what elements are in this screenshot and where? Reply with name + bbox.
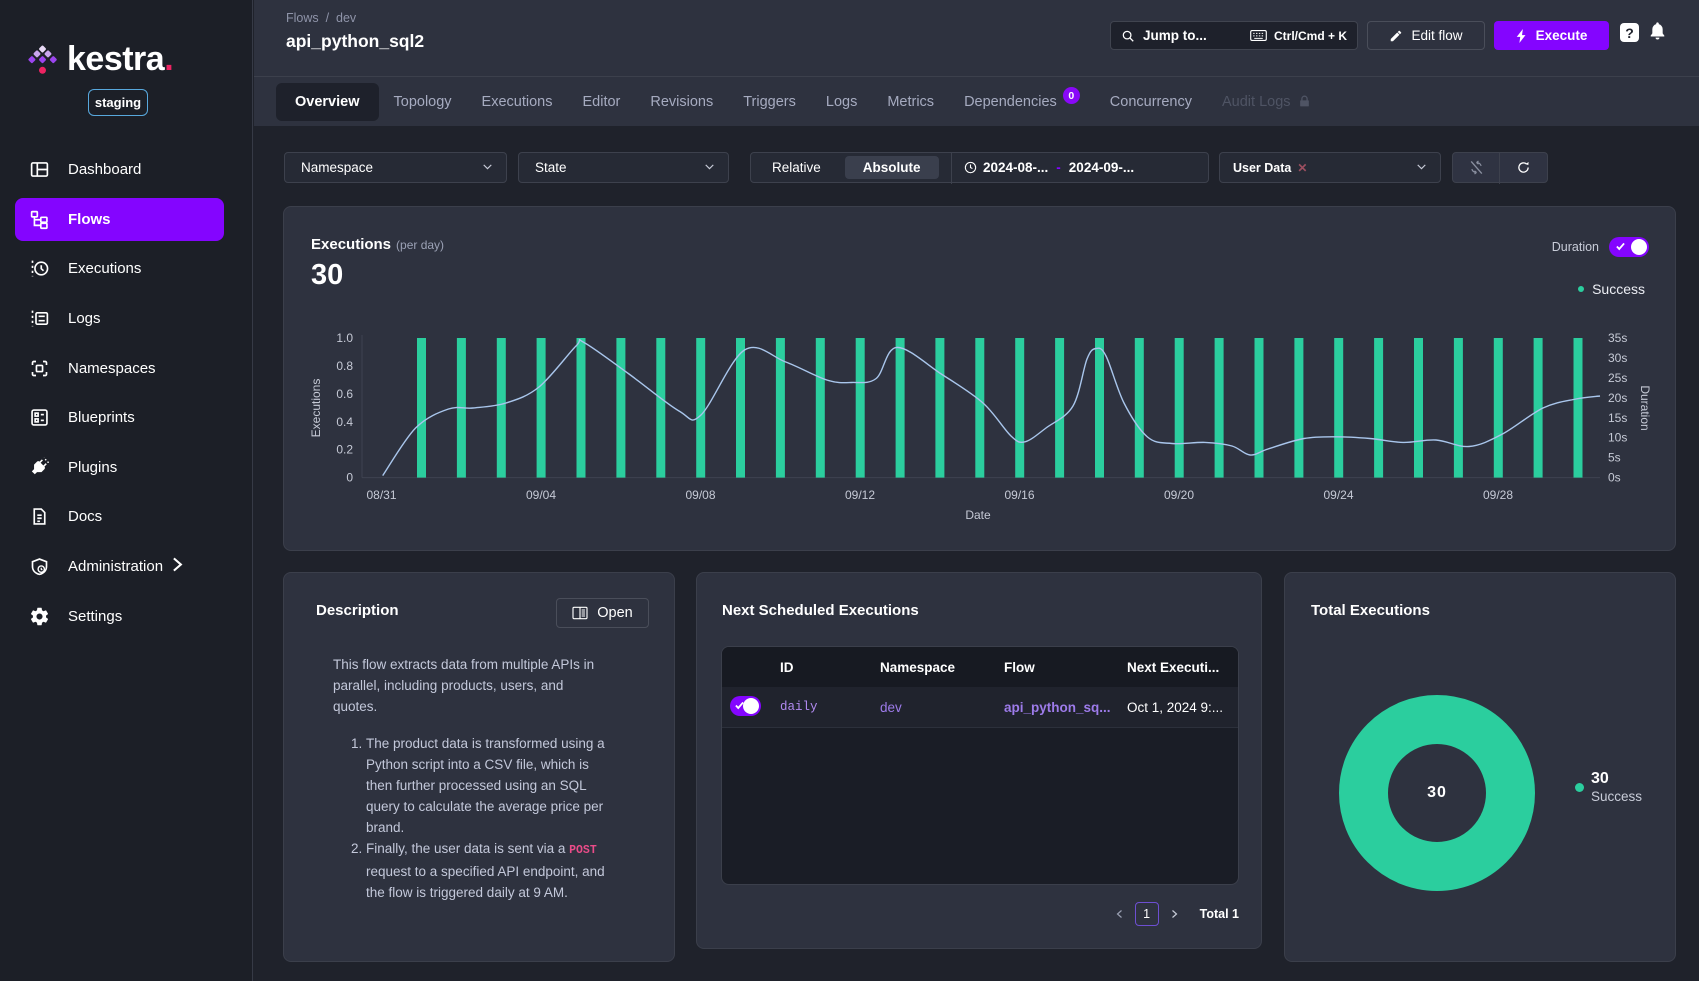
svg-text:25s: 25s [1608, 371, 1627, 385]
svg-text:08/31: 08/31 [366, 488, 396, 502]
svg-text:09/08: 09/08 [685, 488, 715, 502]
svg-text:0.6: 0.6 [336, 387, 353, 401]
svg-text:09/28: 09/28 [1483, 488, 1513, 502]
svg-text:0: 0 [346, 471, 353, 485]
svg-text:09/12: 09/12 [845, 488, 875, 502]
svg-text:Duration: Duration [1638, 385, 1652, 430]
svg-text:Executions: Executions [309, 379, 323, 438]
svg-text:0.2: 0.2 [336, 443, 353, 457]
svg-text:1.0: 1.0 [336, 331, 353, 345]
svg-text:0.4: 0.4 [336, 415, 353, 429]
svg-text:Date: Date [965, 508, 991, 522]
svg-text:20s: 20s [1608, 391, 1627, 405]
svg-text:35s: 35s [1608, 331, 1627, 345]
svg-text:15s: 15s [1608, 411, 1627, 425]
svg-text:30s: 30s [1608, 351, 1627, 365]
svg-text:0.8: 0.8 [336, 359, 353, 373]
svg-text:0s: 0s [1608, 471, 1621, 485]
svg-text:10s: 10s [1608, 431, 1627, 445]
svg-text:09/04: 09/04 [526, 488, 556, 502]
svg-text:09/20: 09/20 [1164, 488, 1194, 502]
svg-text:09/16: 09/16 [1004, 488, 1034, 502]
svg-text:09/24: 09/24 [1323, 488, 1353, 502]
svg-text:5s: 5s [1608, 451, 1621, 465]
